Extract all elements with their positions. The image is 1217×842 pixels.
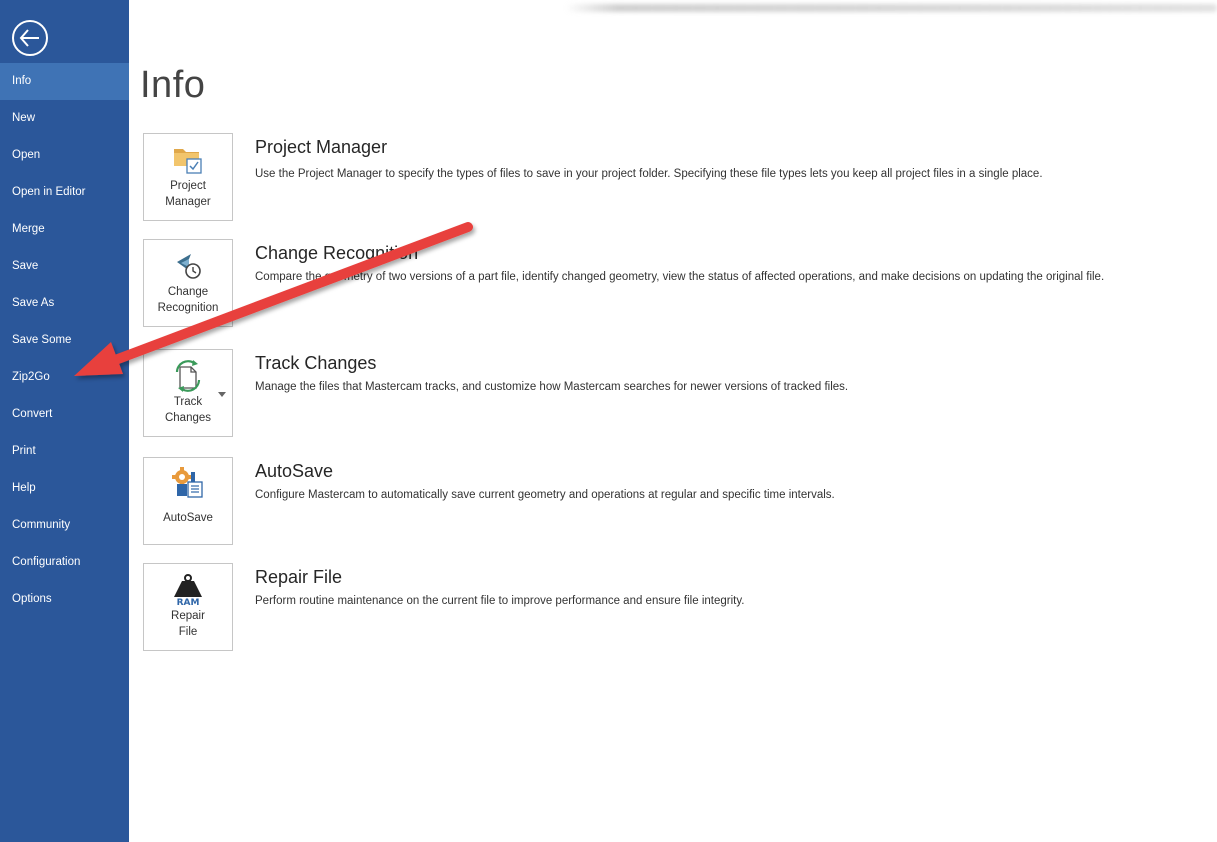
repair-file-tile-label: Repair File bbox=[171, 610, 205, 638]
project-manager-title: Project Manager bbox=[255, 137, 388, 157]
nav-item-save[interactable]: Save bbox=[0, 248, 129, 285]
autosave-button[interactable]: AutoSave bbox=[143, 457, 233, 545]
folder-checklist-icon bbox=[174, 149, 202, 174]
change-recognition-text: Change Recognition Compare the geometry … bbox=[255, 242, 1205, 285]
autosave-title: AutoSave bbox=[255, 461, 334, 481]
track-changes-button[interactable]: Track Changes bbox=[143, 349, 233, 437]
nav-item-help[interactable]: Help bbox=[0, 470, 129, 507]
repair-file-description: Perform routine maintenance on the curre… bbox=[255, 595, 745, 607]
autosave-tile-label: AutoSave bbox=[163, 512, 213, 524]
nav-item-zip2go[interactable]: Zip2Go bbox=[0, 359, 129, 396]
ram-weight-icon: RAM bbox=[174, 574, 202, 606]
backstage-sidebar: Info New Open Open in Editor Merge Save … bbox=[0, 0, 129, 842]
info-item-change-recognition: Change Recognition Change Recognition Co… bbox=[143, 239, 1213, 329]
repair-file-text: Repair File Perform routine maintenance … bbox=[255, 566, 1205, 609]
chevron-down-icon[interactable] bbox=[218, 392, 226, 397]
nav-item-community[interactable]: Community bbox=[0, 507, 129, 544]
project-manager-button[interactable]: Project Manager bbox=[143, 133, 233, 221]
repair-file-button[interactable]: RAM Repair File bbox=[143, 563, 233, 651]
nav-item-save-as[interactable]: Save As bbox=[0, 285, 129, 322]
autosave-gear-icon bbox=[172, 467, 203, 498]
track-changes-icon bbox=[175, 360, 201, 392]
info-item-autosave: AutoSave AutoSave Configure Mastercam to… bbox=[143, 457, 1213, 547]
nav-item-open-in-editor[interactable]: Open in Editor bbox=[0, 174, 129, 211]
nav-item-info[interactable]: Info bbox=[0, 63, 129, 100]
nav-item-configuration[interactable]: Configuration bbox=[0, 544, 129, 581]
page-title: Info bbox=[140, 64, 206, 106]
repair-file-title: Repair File bbox=[255, 567, 343, 587]
ram-icon-text: RAM bbox=[177, 598, 200, 606]
project-manager-tile-label: Project Manager bbox=[165, 180, 211, 208]
info-item-track-changes: Track Changes Track Changes Manage the f… bbox=[143, 349, 1213, 439]
change-recognition-button[interactable]: Change Recognition bbox=[143, 239, 233, 327]
nav-item-save-some[interactable]: Save Some bbox=[0, 322, 129, 359]
change-recognition-title: Change Recognition bbox=[255, 243, 419, 263]
track-changes-text: Track Changes Manage the files that Mast… bbox=[255, 352, 1205, 395]
autosave-description: Configure Mastercam to automatically sav… bbox=[255, 489, 835, 501]
autosave-text: AutoSave Configure Mastercam to automati… bbox=[255, 460, 1205, 503]
info-item-project-manager: Project Manager Project Manager Use the … bbox=[143, 133, 1213, 223]
back-arrow-circle-icon bbox=[12, 20, 48, 56]
back-button[interactable] bbox=[10, 18, 50, 58]
backstage-nav: Info New Open Open in Editor Merge Save … bbox=[0, 63, 129, 618]
change-recognition-tile-label: Change Recognition bbox=[157, 286, 219, 314]
nav-item-print[interactable]: Print bbox=[0, 433, 129, 470]
nav-item-options[interactable]: Options bbox=[0, 581, 129, 618]
nav-item-merge[interactable]: Merge bbox=[0, 211, 129, 248]
nav-item-new[interactable]: New bbox=[0, 100, 129, 137]
project-manager-text: Project Manager Use the Project Manager … bbox=[255, 136, 1205, 182]
track-changes-description: Manage the files that Mastercam tracks, … bbox=[255, 381, 849, 393]
blurred-title-strip bbox=[565, 4, 1217, 12]
change-recognition-description: Compare the geometry of two versions of … bbox=[255, 271, 1105, 283]
track-changes-tile-label: Track Changes bbox=[164, 396, 212, 424]
nav-item-convert[interactable]: Convert bbox=[0, 396, 129, 433]
project-manager-description: Use the Project Manager to specify the t… bbox=[255, 168, 1043, 180]
change-recognition-icon bbox=[177, 254, 201, 279]
info-item-repair-file: RAM Repair File Repair File Perform rout… bbox=[143, 563, 1213, 653]
track-changes-title: Track Changes bbox=[255, 353, 377, 373]
nav-item-open[interactable]: Open bbox=[0, 137, 129, 174]
